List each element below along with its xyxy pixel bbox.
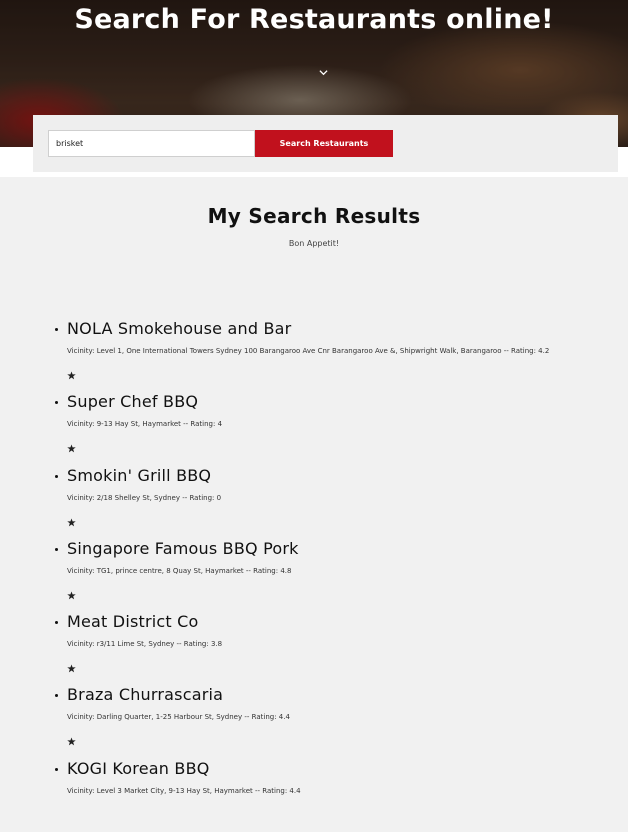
restaurant-vicinity: Vicinity: TG1, prince centre, 8 Quay St,… [67, 566, 292, 575]
bullet-icon [55, 474, 58, 478]
restaurant-vicinity: Vicinity: r3/11 Lime St, Sydney -- Ratin… [67, 640, 223, 649]
restaurant-vicinity: Vicinity: Level 3 Market City, 9-13 Hay … [67, 786, 301, 795]
restaurant-name: Meat District Co [67, 612, 199, 632]
bullet-icon [55, 547, 58, 551]
star-icon[interactable] [67, 371, 76, 380]
results-list: NOLA Smokehouse and Bar Vicinity: Level … [0, 319, 628, 832]
search-input[interactable] [48, 130, 255, 157]
bullet-icon [55, 767, 58, 771]
bullet-icon [55, 401, 58, 405]
restaurant-vicinity: Vicinity: 2/18 Shelley St, Sydney -- Rat… [67, 493, 222, 502]
hero-title: Search For Restaurants online! [74, 4, 554, 35]
restaurant-name: KOGI Korean BBQ [67, 758, 210, 778]
restaurant-vicinity: Vicinity: Darling Quarter, 1-25 Harbour … [67, 713, 290, 722]
result-item: Braza Churrascaria Vicinity: Darling Qua… [0, 685, 628, 758]
star-icon[interactable] [67, 444, 76, 453]
restaurant-name: Super Chef BBQ [67, 392, 199, 412]
bullet-icon [55, 621, 58, 625]
result-item: KOGI Korean BBQ Vicinity: Level 3 Market… [0, 759, 628, 832]
result-item: Meat District Co Vicinity: r3/11 Lime St… [0, 612, 628, 685]
result-item: NOLA Smokehouse and Bar Vicinity: Level … [0, 319, 628, 392]
star-icon[interactable] [67, 591, 76, 600]
results-subtitle: Bon Appetit! [288, 239, 340, 248]
result-item: Singapore Famous BBQ Pork Vicinity: TG1,… [0, 539, 628, 612]
restaurant-name: NOLA Smokehouse and Bar [67, 319, 292, 338]
search-panel: Search Restaurants [33, 115, 618, 172]
restaurant-vicinity: Vicinity: Level 1, One International Tow… [67, 347, 550, 355]
search-restaurants-button[interactable]: Search Restaurants [255, 130, 393, 157]
restaurant-name: Smokin' Grill BBQ [67, 465, 212, 485]
bullet-icon [55, 328, 58, 331]
star-icon[interactable] [67, 664, 76, 673]
restaurant-vicinity: Vicinity: 9-13 Hay St, Haymarket -- Rati… [67, 420, 223, 429]
results-title: My Search Results [207, 204, 421, 228]
star-icon[interactable] [67, 518, 76, 527]
star-icon[interactable] [67, 737, 76, 746]
chevron-down-icon[interactable] [319, 68, 328, 77]
restaurant-name: Braza Churrascaria [67, 685, 224, 705]
result-item: Super Chef BBQ Vicinity: 9-13 Hay St, Ha… [0, 392, 628, 465]
bullet-icon [55, 694, 58, 698]
result-item: Smokin' Grill BBQ Vicinity: 2/18 Shelley… [0, 466, 628, 539]
restaurant-name: Singapore Famous BBQ Pork [67, 538, 299, 558]
